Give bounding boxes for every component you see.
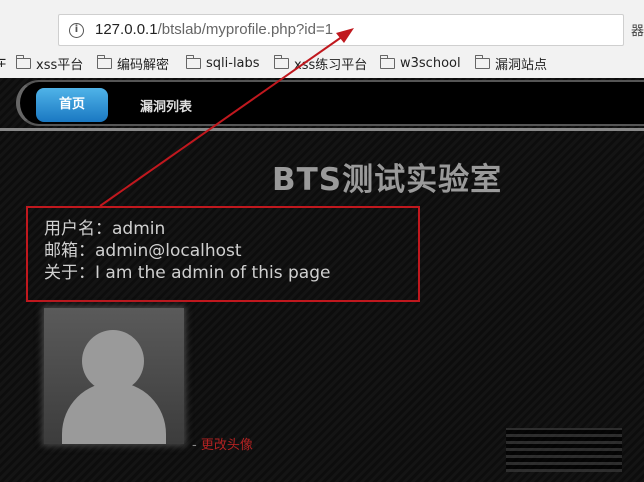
folder-icon: [96, 54, 112, 69]
folder-icon: [15, 54, 31, 69]
nav-vuln-list-link[interactable]: 漏洞列表: [140, 96, 192, 115]
avatar: [44, 308, 184, 444]
avatar-body-shape: [62, 382, 166, 444]
url-host: 127.0.0.1: [95, 21, 158, 38]
change-avatar-row: - 更改头像: [192, 434, 253, 453]
bookmark-w3school[interactable]: w3school: [379, 54, 461, 72]
browser-chrome: i 127.0.0.1/btslab/myprofile.php?id=1 器 …: [0, 0, 644, 78]
profile-about: 关于：I am the admin of this page: [44, 263, 331, 283]
profile-email: 邮箱：admin@localhost: [44, 241, 242, 261]
bookmark-encoding[interactable]: 编码解密: [96, 54, 169, 73]
url-text[interactable]: 127.0.0.1/btslab/myprofile.php?id=1: [95, 21, 333, 38]
site-info-icon[interactable]: i: [69, 23, 84, 38]
bookmark-vuln-sites[interactable]: 漏洞站点: [474, 54, 547, 73]
folder-icon: [273, 54, 289, 69]
nav-home-button[interactable]: 首页: [36, 88, 108, 122]
bookmark-sqli-labs[interactable]: sqli-labs: [185, 54, 260, 72]
bookmark-xss-platform[interactable]: xss平台: [15, 54, 83, 73]
toolbar-overflow-glyph[interactable]: 器: [631, 20, 644, 39]
profile-info-highlight: 用户名：admin 邮箱：admin@localhost 关于：I am the…: [26, 206, 420, 302]
address-bar[interactable]: i 127.0.0.1/btslab/myprofile.php?id=1: [58, 14, 624, 46]
folder-icon: [379, 54, 395, 69]
folder-icon: [474, 54, 490, 69]
page-content: 首页 漏洞列表 BTS测试实验室 用户名：admin 邮箱：admin@loca…: [0, 78, 644, 482]
decorative-stripes: [506, 428, 622, 472]
url-path: /btslab/myprofile.php?id=1: [157, 21, 334, 38]
folder-icon: [185, 54, 201, 69]
profile-username: 用户名：admin: [44, 219, 166, 239]
change-avatar-dash: -: [192, 438, 201, 453]
change-avatar-link[interactable]: 更改头像: [201, 438, 253, 453]
page-title: BTS测试实验室: [272, 162, 503, 198]
bookmark-xss-practice[interactable]: xss练习平台: [273, 54, 367, 73]
nav-divider: [0, 128, 644, 131]
bookmark-cutoff[interactable]: ∓: [0, 54, 7, 72]
bookmarks-bar: ∓ xss平台 编码解密 sqli-labs xss练习平台 w3school …: [0, 52, 644, 74]
site-navbar: 首页 漏洞列表: [16, 80, 644, 126]
